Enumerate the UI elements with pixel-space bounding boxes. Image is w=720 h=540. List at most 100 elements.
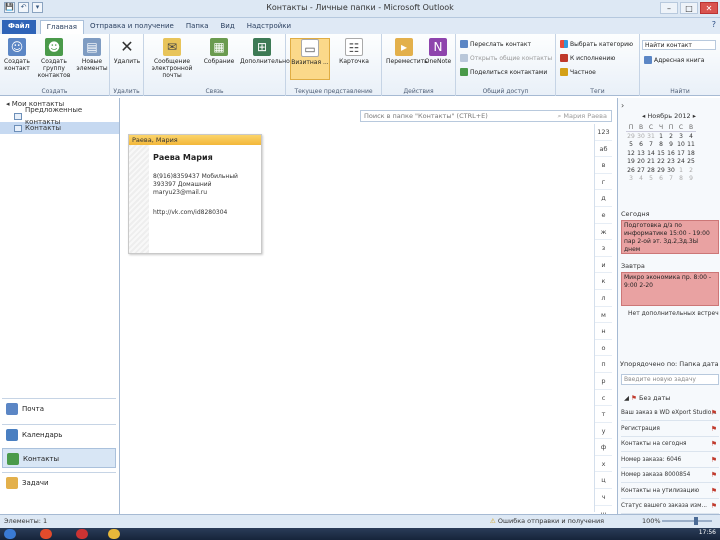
help-icon[interactable]: ? — [712, 20, 716, 29]
collapse-icon[interactable]: › — [621, 101, 624, 110]
task-item[interactable]: Номер заказа 8000854 ⚑ — [621, 468, 719, 483]
share-contacts-button[interactable]: Поделиться контактами — [460, 68, 547, 76]
flag-icon[interactable]: ⚑ — [711, 502, 717, 511]
letter-index-button[interactable]: т — [595, 406, 612, 423]
calendar-day[interactable]: 6 — [656, 175, 666, 184]
calendar-day[interactable]: 1 — [656, 132, 666, 141]
find-contact-input[interactable]: Найти контакт — [642, 40, 716, 50]
letter-index-button[interactable]: и — [595, 257, 612, 274]
letter-index-button[interactable]: г — [595, 174, 612, 191]
view-card-button[interactable]: ☷ Карточка — [334, 38, 374, 65]
calendar-day[interactable]: 20 — [636, 157, 646, 166]
new-group-button[interactable]: ☻ Создать группу контактов — [34, 38, 74, 79]
new-task-input[interactable]: Введите новую задачу — [621, 374, 719, 385]
more-button[interactable]: ⊞ Дополнительно — [240, 38, 290, 65]
calendar-day[interactable]: 16 — [666, 149, 676, 158]
search-input[interactable]: Поиск в папке "Контакты" (CTRL+E) ⌕ Мари… — [360, 110, 612, 122]
flag-icon[interactable]: ⚑ — [711, 425, 717, 434]
calendar-day[interactable]: 9 — [666, 140, 676, 149]
flag-icon[interactable]: ⚑ — [711, 471, 717, 480]
calendar-title[interactable]: ◂ Ноябрь 2012 ▸ — [618, 112, 720, 120]
letter-index-button[interactable]: ф — [595, 439, 612, 456]
appointment-tomorrow[interactable]: Микро экономика пр. 8:00 - 9:00 2-20 — [621, 272, 719, 306]
letter-index-button[interactable]: н — [595, 323, 612, 340]
followup-button[interactable]: К исполнению — [560, 54, 615, 62]
calendar-day[interactable]: 5 — [646, 175, 656, 184]
open-shared-button[interactable]: Открыть общие контакты — [460, 54, 552, 62]
calendar-day[interactable]: 9 — [686, 175, 696, 184]
letter-index-button[interactable]: о — [595, 340, 612, 357]
onenote-button[interactable]: N OneNote — [422, 38, 454, 65]
calendar-day[interactable]: 28 — [646, 166, 656, 175]
calendar-day[interactable]: 3 — [626, 175, 636, 184]
address-book-button[interactable]: Адресная книга — [644, 56, 704, 64]
calendar-day[interactable]: 29 — [626, 132, 636, 141]
letter-index-button[interactable]: ж — [595, 224, 612, 241]
contact-business-card[interactable]: Раева, Мария Раева Мария 8(916)8359437 М… — [128, 134, 262, 254]
calendar-day[interactable]: 25 — [686, 157, 696, 166]
calendar-day[interactable]: 22 — [656, 157, 666, 166]
calendar-day[interactable]: 17 — [676, 149, 686, 158]
letter-index-button[interactable]: аб — [595, 141, 612, 158]
letter-index-button[interactable]: р — [595, 373, 612, 390]
status-sendreceive-error[interactable]: ⚠ Ошибка отправки и получения — [490, 515, 604, 528]
view-business-card-button[interactable]: ▭ Визитная ... — [290, 38, 330, 80]
calendar-day[interactable]: 12 — [626, 149, 636, 158]
calendar-day[interactable]: 27 — [636, 166, 646, 175]
letter-index-button[interactable]: м — [595, 307, 612, 324]
tab-addins[interactable]: Надстройки — [241, 20, 297, 34]
calendar-day[interactable]: 30 — [636, 132, 646, 141]
email-button[interactable]: ✉ Сообщение электронной почты — [146, 38, 198, 79]
delete-button[interactable]: ✕ Удалить — [112, 38, 142, 66]
task-item[interactable]: Ваш заказ в WD eXport Studio... ⚑ — [621, 406, 719, 421]
calendar-day[interactable]: 14 — [646, 149, 656, 158]
private-button[interactable]: Частное — [560, 68, 596, 76]
letter-index-button[interactable]: ч — [595, 489, 612, 506]
nav-button-calendar[interactable]: Календарь — [2, 424, 116, 444]
calendar-day[interactable]: 23 — [666, 157, 676, 166]
tasks-sort-header[interactable]: Упорядочено по: Папка дата — [620, 360, 719, 368]
flag-icon[interactable]: ⚑ — [711, 487, 717, 496]
letter-index-button[interactable]: х — [595, 456, 612, 473]
letter-index-button[interactable]: ц — [595, 472, 612, 490]
calendar-day[interactable]: 8 — [656, 140, 666, 149]
calendar-day[interactable]: 3 — [676, 132, 686, 141]
letter-index-button[interactable]: к — [595, 273, 612, 290]
calendar-day[interactable]: 29 — [656, 166, 666, 175]
calendar-day[interactable]: 31 — [646, 132, 656, 141]
minimize-button[interactable]: – — [660, 2, 678, 14]
task-item[interactable]: Номер заказа: 6046 ⚑ — [621, 453, 719, 468]
letter-index-button[interactable]: с — [595, 390, 612, 407]
nav-button-contacts[interactable]: Контакты — [2, 448, 116, 468]
letter-index-button[interactable]: з — [595, 240, 612, 257]
calendar-day[interactable]: 8 — [676, 175, 686, 184]
calendar-day[interactable]: 26 — [626, 166, 636, 175]
calendar-day[interactable]: 1 — [676, 166, 686, 175]
maximize-button[interactable]: □ — [680, 2, 698, 14]
calendar-day[interactable]: 18 — [686, 149, 696, 158]
letter-index-button[interactable]: в — [595, 157, 612, 174]
nav-button-tasks[interactable]: Задачи — [2, 472, 116, 492]
tasks-group-nodate[interactable]: ◢ ⚑ Без даты — [624, 394, 670, 402]
calendar-day[interactable]: 21 — [646, 157, 656, 166]
task-item[interactable]: Статус вашего заказа изм... ⚑ — [621, 499, 719, 514]
calendar-day[interactable]: 13 — [636, 149, 646, 158]
calendar-day[interactable]: 7 — [666, 175, 676, 184]
zoom-slider[interactable] — [662, 520, 712, 522]
tab-send-receive[interactable]: Отправка и получение — [84, 20, 180, 34]
categorize-button[interactable]: Выбрать категорию — [560, 40, 633, 48]
calendar-day[interactable]: 24 — [676, 157, 686, 166]
calendar-day[interactable]: 4 — [686, 132, 696, 141]
calendar-day[interactable]: 4 — [636, 175, 646, 184]
calendar-day[interactable]: 15 — [656, 149, 666, 158]
share-contact-button[interactable]: Переслать контакт — [460, 40, 531, 48]
app-icon[interactable] — [76, 529, 88, 539]
calendar-day[interactable]: 10 — [676, 140, 686, 149]
new-items-button[interactable]: ▤ Новые элементы — [76, 38, 108, 72]
calendar-day[interactable]: 19 — [626, 157, 636, 166]
nav-button-mail[interactable]: Почта — [2, 398, 116, 418]
calendar-day[interactable]: 5 — [626, 140, 636, 149]
flag-icon[interactable]: ⚑ — [711, 409, 717, 418]
start-icon[interactable] — [4, 529, 16, 539]
close-button[interactable]: ✕ — [700, 2, 718, 14]
